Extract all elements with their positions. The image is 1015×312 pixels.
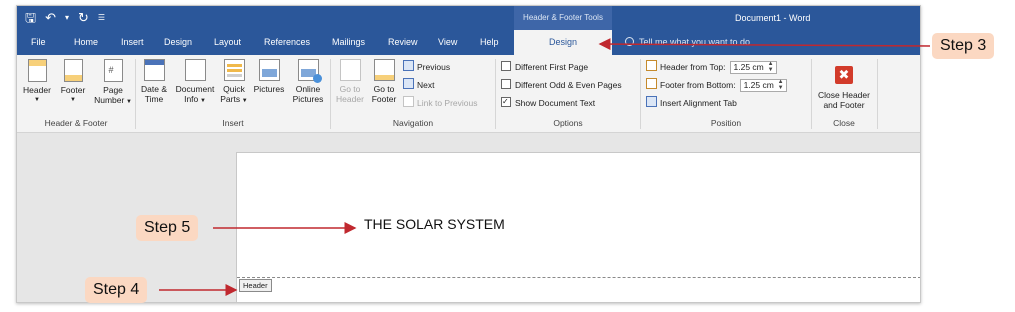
callout-arrows bbox=[159, 38, 931, 296]
arrow-step-3 bbox=[598, 38, 931, 51]
